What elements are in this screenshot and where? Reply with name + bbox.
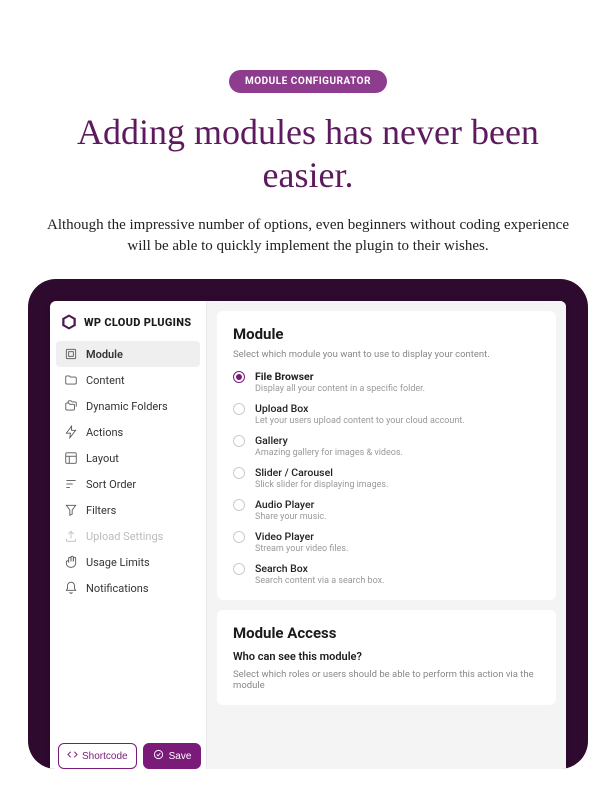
upload-icon (64, 529, 78, 543)
sidebar-item-label: Content (86, 374, 125, 387)
sidebar-nav: Module Content Dynamic Folders Actions Layou… (50, 341, 206, 601)
option-sub: Share your music. (255, 512, 327, 522)
bolt-icon (64, 425, 78, 439)
option-sub: Stream your video files. (255, 544, 348, 554)
sidebar-item-label: Module (86, 348, 123, 361)
save-button[interactable]: Save (143, 743, 202, 769)
filter-icon (64, 503, 78, 517)
sidebar-item-module[interactable]: Module (56, 341, 200, 367)
option-sub: Display all your content in a specific f… (255, 384, 425, 394)
sidebar-item-label: Usage Limits (86, 556, 150, 569)
sort-icon (64, 477, 78, 491)
module-option-search-box[interactable]: Search BoxSearch content via a search bo… (233, 562, 540, 586)
option-sub: Let your users upload content to your cl… (255, 416, 465, 426)
option-body: Upload BoxLet your users upload content … (255, 402, 465, 426)
module-option-gallery[interactable]: GalleryAmazing gallery for images & vide… (233, 434, 540, 458)
option-sub: Slick slider for displaying images. (255, 480, 388, 490)
layout-icon (64, 451, 78, 465)
option-sub: Search content via a search box. (255, 576, 384, 586)
hero-badge: MODULE CONFIGURATOR (229, 70, 387, 93)
hero-subtext: Although the impressive number of option… (38, 215, 578, 257)
radio-icon (233, 435, 245, 447)
radio-icon (233, 467, 245, 479)
sidebar-item-dynamic-folders[interactable]: Dynamic Folders (56, 393, 200, 419)
option-label: Upload Box (255, 402, 465, 415)
module-panel-title: Module (233, 325, 540, 343)
radio-icon (233, 499, 245, 511)
sidebar-item-actions[interactable]: Actions (56, 419, 200, 445)
sidebar-item-usage-limits[interactable]: Usage Limits (56, 549, 200, 575)
folders-icon (64, 399, 78, 413)
sidebar-item-label: Layout (86, 452, 119, 465)
sidebar-item-layout[interactable]: Layout (56, 445, 200, 471)
option-label: Slider / Carousel (255, 466, 388, 479)
sidebar-item-label: Actions (86, 426, 123, 439)
module-option-slider-carousel[interactable]: Slider / CarouselSlick slider for displa… (233, 466, 540, 490)
save-button-label: Save (169, 751, 192, 762)
option-label: Audio Player (255, 498, 327, 511)
app-window: WP CLOUD PLUGINS Module Content Dynamic Fo… (50, 301, 566, 769)
sidebar-item-label: Upload Settings (86, 530, 163, 543)
brand-text: WP CLOUD PLUGINS (84, 316, 191, 329)
sidebar-item-sort-order[interactable]: Sort Order (56, 471, 200, 497)
option-body: Audio PlayerShare your music. (255, 498, 327, 522)
option-body: File BrowserDisplay all your content in … (255, 370, 425, 394)
module-panel: Module Select which module you want to u… (217, 311, 556, 600)
radio-icon (233, 531, 245, 543)
access-panel-title: Module Access (233, 624, 540, 642)
option-label: Video Player (255, 530, 348, 543)
shortcode-button-label: Shortcode (82, 751, 128, 762)
sidebar-item-notifications[interactable]: Notifications (56, 575, 200, 601)
sidebar-item-upload-settings: Upload Settings (56, 523, 200, 549)
hand-icon (64, 555, 78, 569)
option-label: Gallery (255, 434, 403, 447)
bell-icon (64, 581, 78, 595)
hero-headline: Adding modules has never been easier. (48, 111, 568, 197)
sidebar-item-filters[interactable]: Filters (56, 497, 200, 523)
module-option-video-player[interactable]: Video PlayerStream your video files. (233, 530, 540, 554)
folder-icon (64, 373, 78, 387)
shortcode-button[interactable]: Shortcode (58, 743, 137, 769)
sidebar-footer: Shortcode Save (58, 743, 201, 769)
option-label: File Browser (255, 370, 425, 383)
option-label: Search Box (255, 562, 384, 575)
access-panel-subhead: Who can see this module? (233, 650, 540, 663)
module-option-upload-box[interactable]: Upload BoxLet your users upload content … (233, 402, 540, 426)
brand-logo-icon (60, 313, 78, 331)
option-body: Slider / CarouselSlick slider for displa… (255, 466, 388, 490)
module-panel-desc: Select which module you want to use to d… (233, 349, 540, 360)
option-body: Search BoxSearch content via a search bo… (255, 562, 384, 586)
sidebar: WP CLOUD PLUGINS Module Content Dynamic Fo… (50, 301, 207, 769)
screenshot-frame: WP CLOUD PLUGINS Module Content Dynamic Fo… (28, 279, 588, 769)
module-options: File BrowserDisplay all your content in … (233, 370, 540, 586)
option-body: GalleryAmazing gallery for images & vide… (255, 434, 403, 458)
option-body: Video PlayerStream your video files. (255, 530, 348, 554)
module-icon (64, 347, 78, 361)
main-area: Module Select which module you want to u… (207, 301, 566, 769)
sidebar-item-label: Dynamic Folders (86, 400, 168, 413)
access-panel: Module Access Who can see this module? S… (217, 610, 556, 705)
code-icon (67, 749, 78, 763)
check-circle-icon (153, 749, 164, 763)
option-sub: Amazing gallery for images & videos. (255, 448, 403, 458)
radio-icon (233, 371, 245, 383)
sidebar-item-content[interactable]: Content (56, 367, 200, 393)
radio-icon (233, 563, 245, 575)
radio-icon (233, 403, 245, 415)
access-panel-desc: Select which roles or users should be ab… (233, 669, 540, 691)
module-option-file-browser[interactable]: File BrowserDisplay all your content in … (233, 370, 540, 394)
sidebar-item-label: Sort Order (86, 478, 136, 491)
sidebar-item-label: Notifications (86, 582, 149, 595)
module-option-audio-player[interactable]: Audio PlayerShare your music. (233, 498, 540, 522)
sidebar-item-label: Filters (86, 504, 116, 517)
brand-row: WP CLOUD PLUGINS (50, 301, 206, 341)
